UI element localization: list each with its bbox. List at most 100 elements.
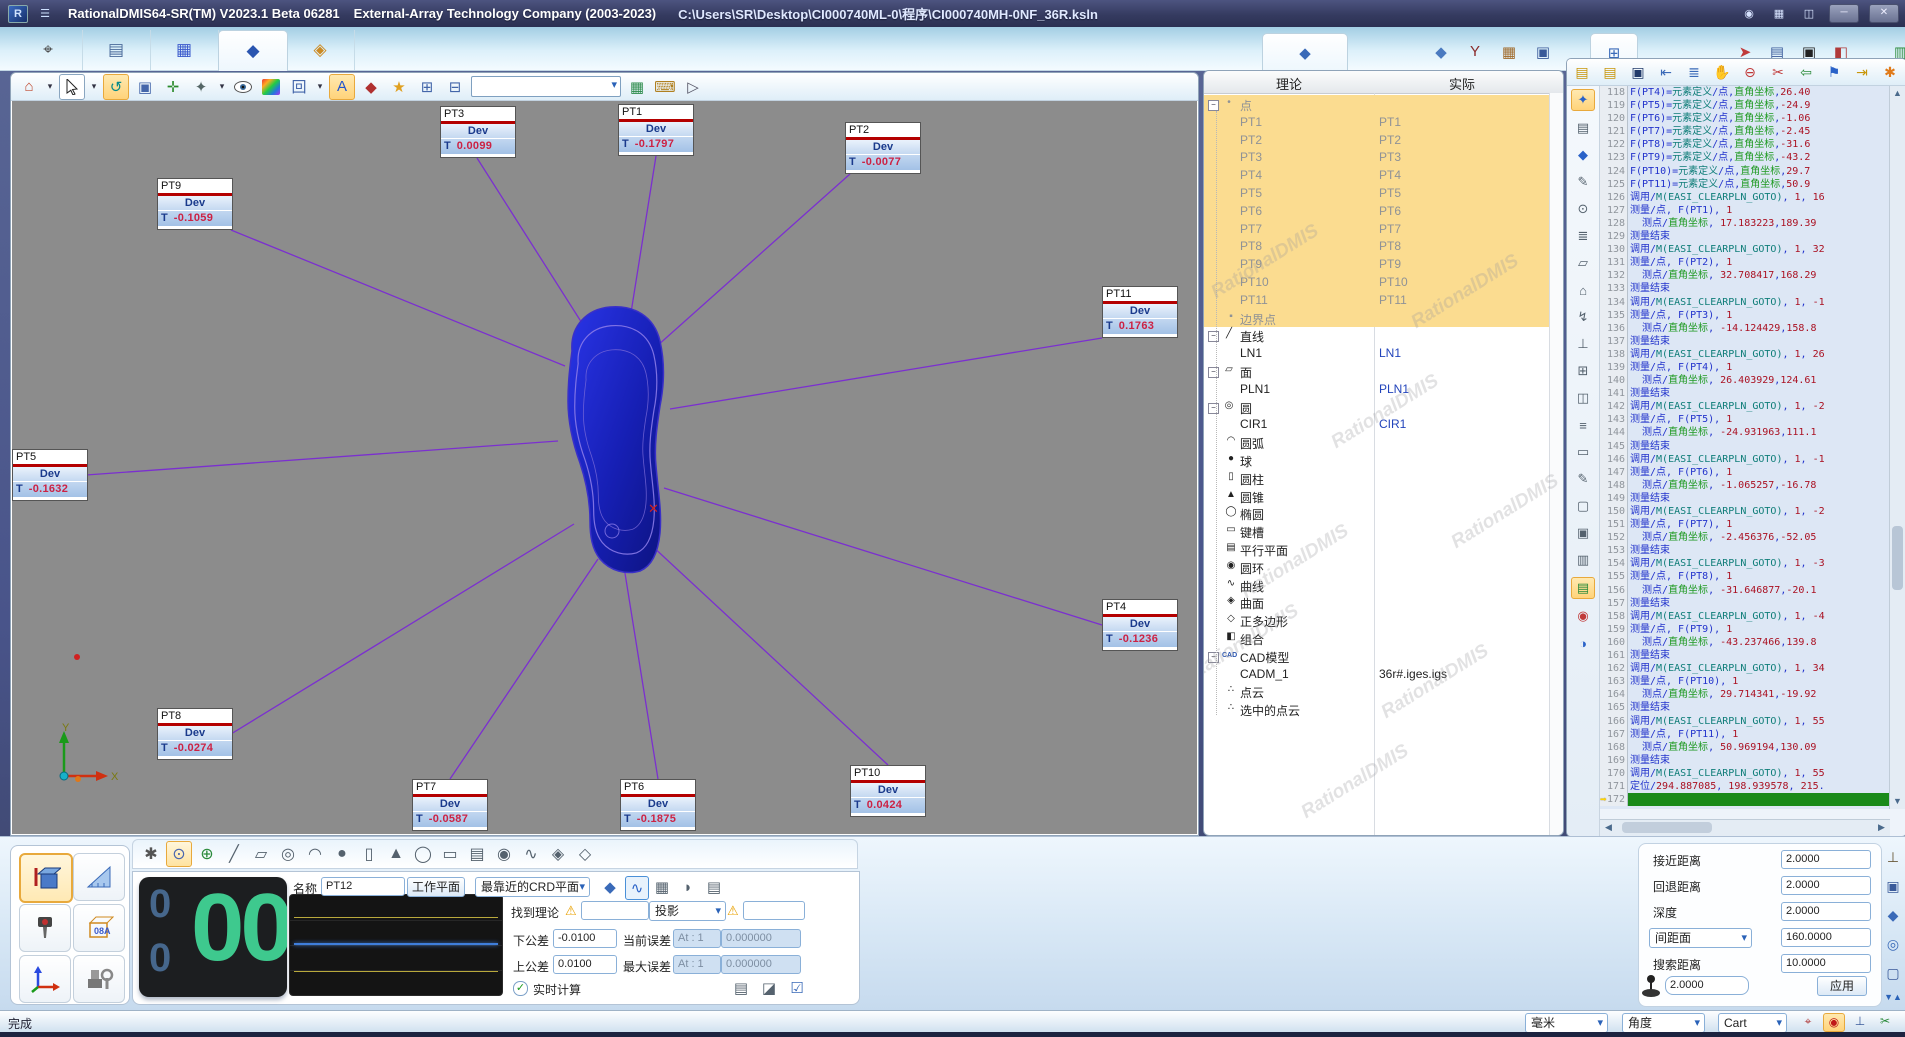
goto-line-icon[interactable]: ▤	[1571, 577, 1595, 599]
filter-funnel-icon[interactable]: Y	[1462, 33, 1488, 70]
select-cursor-icon[interactable]	[59, 74, 85, 100]
display-settings-icon[interactable]: ▢	[1883, 963, 1903, 983]
tree-expand-icon[interactable]: −	[1208, 331, 1219, 342]
tree-row-PT8[interactable]: PT8PT8	[1204, 237, 1549, 255]
label-window-icon[interactable]: A	[329, 74, 355, 100]
axes-snap-icon[interactable]: ⌖	[1798, 1013, 1818, 1030]
keyboard-icon[interactable]: ⌨	[653, 75, 677, 99]
feature-combobox[interactable]	[471, 76, 621, 97]
name-input[interactable]: PT12	[321, 877, 405, 896]
vertical-scroll-thumb[interactable]	[1892, 526, 1903, 590]
run-icon[interactable]: ✱	[1879, 61, 1901, 83]
tree-row-键槽[interactable]: ▭键槽	[1204, 522, 1549, 540]
scroll-left-icon[interactable]: ◀	[1602, 821, 1615, 834]
probe-mode-button[interactable]	[19, 853, 73, 903]
search-model-icon[interactable]: ◎	[1883, 934, 1903, 954]
probe-align-icon[interactable]: ✛	[161, 75, 185, 99]
tree-scrollbar[interactable]	[1549, 93, 1563, 835]
tree-row-PT4[interactable]: PT4PT4	[1204, 166, 1549, 184]
workplane-button[interactable]: 工作平面	[407, 877, 465, 897]
param-input[interactable]: 10.0000	[1781, 954, 1871, 973]
select-caret-icon[interactable]: ▾	[89, 81, 99, 92]
tree-row-PT10[interactable]: PT10PT10	[1204, 273, 1549, 291]
list-mode-icon[interactable]: ▤	[703, 876, 725, 898]
tree-row-组合[interactable]: ◧组合	[1204, 629, 1549, 647]
feature-slot-icon[interactable]: ▭	[438, 842, 462, 866]
tree-row-选中的点云[interactable]: ∴选中的点云	[1204, 700, 1549, 718]
home-icon[interactable]: ⌂	[17, 75, 41, 99]
window-menu-icon[interactable]: ☰	[36, 6, 54, 22]
tree-expand-icon[interactable]: −	[1208, 100, 1219, 111]
program-vertical-scrollbar[interactable]: ▲ ▼	[1889, 86, 1905, 809]
apply-button[interactable]: 应用	[1817, 976, 1867, 996]
monitor-icon[interactable]: ▢	[1572, 496, 1594, 516]
view-eye-icon[interactable]	[231, 75, 255, 99]
close-button[interactable]: ✕	[1869, 4, 1899, 23]
tab-graphics[interactable]: ◈	[286, 30, 355, 70]
line-numbers-icon[interactable]: ≣	[1683, 61, 1705, 83]
coordinate-dropdown[interactable]: Cart	[1718, 1013, 1787, 1033]
callout-pt11[interactable]: PT11DevT0.1763	[1102, 286, 1178, 338]
flag-icon[interactable]: ⚑	[1823, 61, 1845, 83]
grid-add-icon[interactable]: ⊞	[1572, 361, 1594, 381]
measure-ruler-button[interactable]	[73, 853, 125, 901]
tree-row-圆锥[interactable]: ▲圆锥	[1204, 487, 1549, 505]
window-caret-icon[interactable]: ▾	[315, 81, 325, 92]
pin-marker-icon[interactable]: ✦	[189, 75, 213, 99]
monitor-add-icon[interactable]: ▣	[1572, 523, 1594, 543]
tree-expand-icon[interactable]: −	[1208, 403, 1219, 414]
tree-row-PT7[interactable]: PT7PT7	[1204, 220, 1549, 238]
copy-add-icon[interactable]: ◫	[1572, 388, 1594, 408]
units-dropdown[interactable]: 毫米	[1525, 1013, 1608, 1033]
feature-ellipse-icon[interactable]: ◯	[411, 842, 435, 866]
tree-row-点[interactable]: −•点	[1204, 95, 1549, 113]
callout-pt8[interactable]: PT8DevT-0.0274	[157, 708, 233, 760]
tree-row-PT3[interactable]: PT3PT3	[1204, 148, 1549, 166]
pin-icon[interactable]: ✦	[1571, 89, 1595, 111]
clipboard-icon[interactable]: ▥	[1572, 550, 1594, 570]
tab-table[interactable]: ▦	[150, 30, 219, 70]
lower-tolerance-input[interactable]: -0.0100	[553, 929, 617, 948]
projection-input[interactable]	[743, 901, 805, 920]
projection-dropdown[interactable]: 投影	[649, 901, 726, 921]
report-note-icon[interactable]: ▤	[729, 976, 753, 1000]
machine-monitor-icon[interactable]: ▣	[1883, 876, 1903, 896]
joystick-speed-input[interactable]: 2.0000	[1665, 976, 1749, 995]
spacing-plane-dropdown[interactable]: 间距面	[1649, 928, 1752, 948]
monitor-chart-icon[interactable]: ▣	[1530, 33, 1556, 70]
run-man-icon[interactable]: ↯	[1572, 307, 1594, 327]
angle-dropdown[interactable]: 角度	[1622, 1013, 1705, 1033]
book-icon[interactable]: ◆	[1572, 145, 1594, 165]
strip-collapse-icon[interactable]: ▼▲	[1884, 992, 1902, 1002]
zoom-window-icon[interactable]: ▣	[133, 75, 157, 99]
realtime-checkbox[interactable]: ✓	[513, 981, 528, 996]
save-icon[interactable]: ▣	[1627, 61, 1649, 83]
tab-probe[interactable]: ⌖	[14, 30, 83, 70]
remove-line-icon[interactable]: ⊖	[1739, 61, 1761, 83]
probe-depth-icon[interactable]: ⊥	[1572, 334, 1594, 354]
pin-caret-icon[interactable]: ▾	[217, 81, 227, 92]
scroll-right-icon[interactable]: ▶	[1875, 821, 1888, 834]
mirror-icon[interactable]: ◑	[1572, 633, 1594, 653]
axes-alignment-button[interactable]	[19, 955, 71, 1003]
tree-row-PLN1[interactable]: PLN1PLN1	[1204, 380, 1549, 398]
callout-pt7[interactable]: PT7DevT-0.0587	[412, 779, 488, 831]
tab-feature-cube[interactable]: ◆	[1262, 33, 1348, 71]
tree-row-曲线[interactable]: ∿曲线	[1204, 576, 1549, 594]
feature-arc-icon[interactable]: ◠	[303, 842, 327, 866]
tree-row-圆柱[interactable]: ▯圆柱	[1204, 469, 1549, 487]
window-config-icon[interactable]: ⊟	[443, 75, 467, 99]
tree-row-平行平面[interactable]: ▤平行平面	[1204, 540, 1549, 558]
outdent-icon[interactable]: ⇤	[1655, 61, 1677, 83]
feature-surface-icon[interactable]: ◈	[546, 842, 570, 866]
display-grid-icon[interactable]: ▦	[1769, 6, 1789, 21]
param-input[interactable]: 2.0000	[1781, 876, 1871, 895]
stamp-icon[interactable]: ⊙	[1572, 199, 1594, 219]
callout-pt10[interactable]: PT10DevT0.0424	[850, 765, 926, 817]
tree-expand-icon[interactable]: −	[1208, 367, 1219, 378]
tree-row-PT5[interactable]: PT5PT5	[1204, 184, 1549, 202]
edit-tools-icon[interactable]: ✂	[1875, 1013, 1895, 1030]
machine-status-icon[interactable]: ◉	[1739, 6, 1759, 21]
probe-manager-icon[interactable]: ⊥	[1883, 847, 1903, 867]
program-tools-icon[interactable]: ▤	[1572, 118, 1594, 138]
